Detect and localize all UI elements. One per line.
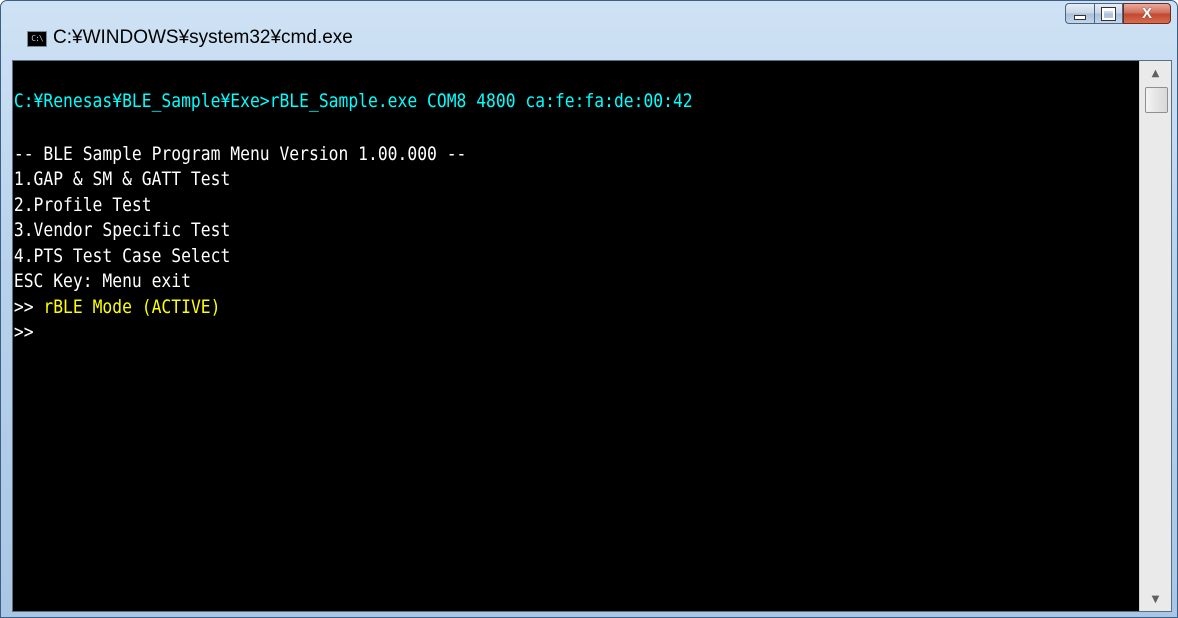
esc-hint: ESC Key: Menu exit <box>13 270 191 292</box>
mode-prompt: >> <box>13 295 34 318</box>
menu-item-gap-sm-gatt: 1.GAP & SM & GATT Test <box>13 168 231 190</box>
console-window: C:\ C:¥WINDOWS¥system32¥cmd.exe X C:¥Ren… <box>0 0 1178 618</box>
vertical-scrollbar[interactable]: ▲ ▼ <box>1139 61 1171 611</box>
window-title: C:¥WINDOWS¥system32¥cmd.exe <box>53 27 353 48</box>
menu-item-profile: 2.Profile Test <box>13 193 152 216</box>
menu-item-pts: 4.PTS Test Case Select <box>13 244 231 267</box>
mode-status: rBLE Mode (ACTIVE) <box>33 295 221 318</box>
scroll-down-icon[interactable]: ▼ <box>1140 587 1171 611</box>
console-output[interactable]: C:¥Renesas¥BLE_Sample¥Exe>rBLE_Sample.ex… <box>13 61 1139 611</box>
input-prompt[interactable]: >> <box>13 320 981 346</box>
close-button[interactable]: X <box>1123 3 1171 24</box>
maximize-button[interactable] <box>1094 3 1123 24</box>
console-client-area: C:¥Renesas¥BLE_Sample¥Exe>rBLE_Sample.ex… <box>12 60 1172 612</box>
close-icon: X <box>1141 5 1152 22</box>
caption-buttons: X <box>1065 3 1171 25</box>
scroll-thumb[interactable] <box>1145 87 1168 113</box>
title-bar[interactable]: C:\ C:¥WINDOWS¥system32¥cmd.exe X <box>1 1 1177 59</box>
menu-header: -- BLE Sample Program Menu Version 1.00.… <box>13 142 467 165</box>
cmd-app-icon[interactable]: C:\ <box>27 31 47 47</box>
command-line: C:¥Renesas¥BLE_Sample¥Exe>rBLE_Sample.ex… <box>13 90 693 112</box>
minimize-button[interactable] <box>1065 3 1094 24</box>
minimize-icon <box>1074 15 1086 20</box>
scroll-up-icon[interactable]: ▲ <box>1140 61 1171 85</box>
maximize-icon <box>1101 6 1116 21</box>
menu-item-vendor: 3.Vendor Specific Test <box>13 219 231 241</box>
mode-line: >> rBLE Mode (ACTIVE) <box>13 295 981 321</box>
